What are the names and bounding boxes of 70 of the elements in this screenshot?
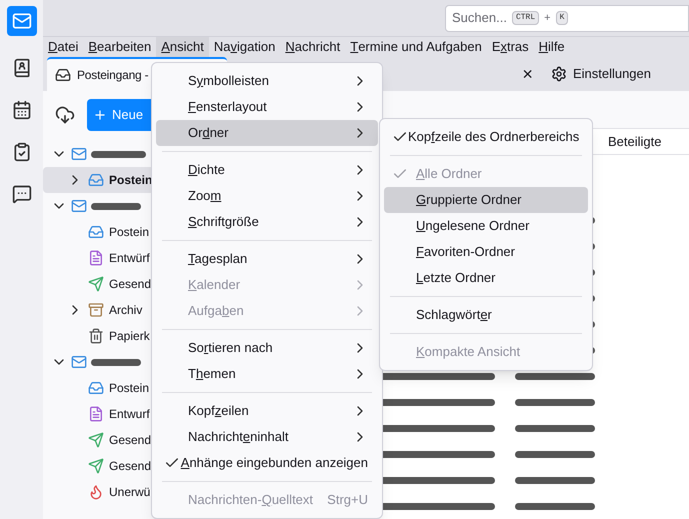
menu-item[interactable]: Schriftgröße — [156, 209, 378, 235]
inbox-icon — [55, 67, 71, 83]
cloud-download-icon[interactable] — [55, 105, 75, 125]
menu-item[interactable]: Schlagwörter — [384, 302, 588, 328]
shortcut-text: Strg+U — [327, 491, 368, 510]
menu-item[interactable]: Letzte Ordner — [384, 265, 588, 291]
menu-item[interactable]: Sortieren nach — [156, 335, 378, 361]
menu-bar-item[interactable]: Nachricht — [280, 37, 346, 57]
folder-name: Entwürf — [109, 250, 150, 267]
menu-bar-item[interactable]: Ansicht — [156, 37, 209, 57]
column-header[interactable]: Beteiligte — [608, 132, 662, 152]
key-cap: K — [556, 11, 568, 26]
placeholder-text: Suchen... — [452, 9, 507, 28]
menu-item[interactable]: Tagesplan — [156, 246, 378, 272]
search-field[interactable]: Suchen... CTRL + K — [445, 4, 689, 32]
menu-bar-item[interactable]: Hilfe — [534, 37, 570, 57]
menu-item[interactable]: Kopfzeile des Ordnerbereichs — [384, 124, 588, 150]
trash-icon — [88, 328, 104, 344]
folder-name: Gesend — [109, 432, 152, 449]
clipboard-check-icon[interactable] — [12, 142, 32, 162]
folder-name: Entwurf — [109, 406, 150, 423]
calendar-icon[interactable] — [12, 100, 32, 120]
plus-icon — [93, 108, 107, 122]
chat-icon[interactable] — [12, 184, 32, 204]
folder-name: Unerwü — [109, 484, 150, 501]
settings-button[interactable]: Einstellungen — [550, 64, 651, 84]
menu-item[interactable]: Themen — [156, 361, 378, 387]
paper-plane-icon — [88, 458, 104, 474]
mail-icon — [12, 11, 32, 31]
folder-name: Papierk — [109, 328, 150, 345]
mail-account-icon — [71, 198, 87, 214]
plus-text: + — [544, 10, 551, 26]
tab-title: Posteingang - — [77, 67, 148, 84]
mail-account-icon — [71, 354, 87, 370]
menu-item[interactable]: Anhänge eingebunden anzeigen — [156, 450, 378, 476]
menu-item[interactable]: Kopfzeilen — [156, 398, 378, 424]
gear-icon — [550, 66, 567, 82]
mail-account-icon — [71, 146, 87, 162]
folder-name: Gesend — [109, 276, 152, 293]
menu-bar-item[interactable]: Extras — [486, 37, 534, 57]
menu-item[interactable]: Gruppierte Ordner — [384, 187, 588, 213]
menu-item[interactable]: Ungelesene Ordner — [384, 213, 588, 239]
inbox-icon — [88, 172, 104, 188]
folder-name: Postein — [109, 380, 150, 397]
folder-name: Archiv — [109, 302, 142, 319]
menu-item[interactable]: Nachrichteninhalt — [156, 424, 378, 450]
folder-name: Postein — [109, 224, 150, 241]
paper-plane-icon — [88, 276, 104, 292]
blurred-text — [91, 358, 141, 366]
menu-bar-item[interactable]: Navigation — [208, 37, 280, 57]
folder-name: Gesend — [109, 458, 152, 475]
flame-icon — [88, 484, 104, 500]
blurred-text — [91, 202, 141, 210]
folder-name: Postein — [109, 172, 152, 189]
document-icon — [88, 250, 104, 266]
mail-button[interactable] — [6, 6, 36, 36]
blurred-text — [91, 150, 146, 158]
close-button[interactable]: × — [522, 64, 533, 83]
menu-item[interactable]: Ordner — [156, 120, 378, 146]
menu-bar-item[interactable]: Bearbeiten — [83, 37, 156, 57]
archive-icon — [88, 302, 104, 318]
menu-item[interactable]: Favoriten-Ordner — [384, 239, 588, 265]
key-cap: CTRL — [512, 11, 540, 26]
menu-bar-item[interactable]: Termine und Aufgaben — [345, 37, 487, 57]
menu-bar-item[interactable]: Datei — [43, 37, 84, 57]
paper-plane-icon — [88, 432, 104, 448]
document-icon — [88, 406, 104, 422]
address-book-icon[interactable] — [12, 58, 32, 78]
inbox-icon — [88, 380, 104, 396]
inbox-icon — [88, 224, 104, 240]
